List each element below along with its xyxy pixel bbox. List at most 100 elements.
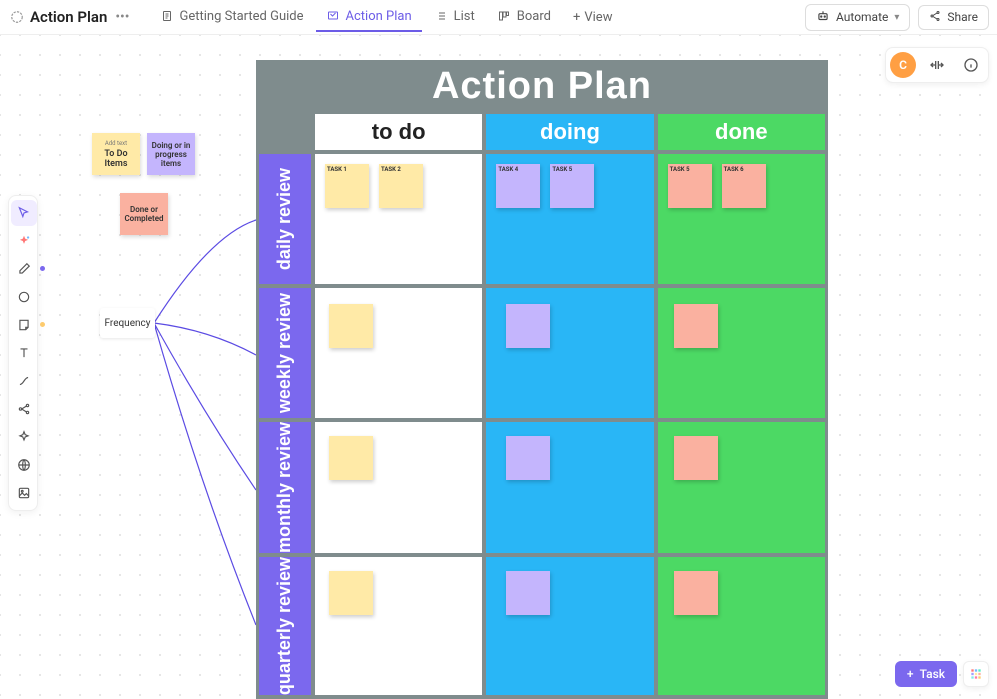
fit-width-button[interactable] [924, 52, 950, 78]
tab-board[interactable]: Board [487, 3, 561, 32]
task-note[interactable]: TASK 5 [550, 164, 594, 208]
task-note[interactable] [329, 571, 373, 615]
apps-grid-button[interactable] [963, 661, 989, 687]
task-note[interactable]: TASK 2 [379, 164, 423, 208]
whiteboard-canvas[interactable]: C Add text To Do Items Doing or in progr… [0, 35, 997, 699]
cell-quarterly-done[interactable] [658, 557, 825, 695]
shape-tool[interactable] [11, 284, 37, 310]
task-note[interactable] [674, 436, 718, 480]
task-note[interactable] [506, 304, 550, 348]
note-label: TASK 2 [381, 166, 401, 173]
board-icon [497, 9, 511, 23]
cell-weekly-todo[interactable] [315, 288, 482, 418]
cell-daily-doing[interactable]: TASK 4 TASK 5 [486, 154, 653, 284]
board-corner [259, 114, 311, 150]
tab-label: Board [517, 9, 551, 24]
automate-label: Automate [836, 10, 888, 24]
column-header-done: done [658, 114, 825, 150]
note-label: TASK 5 [670, 166, 690, 173]
doc-icon [160, 9, 174, 23]
list-icon [434, 9, 448, 23]
kanban-board[interactable]: Action Plan to do doing done daily revie… [256, 60, 828, 699]
cell-monthly-doing[interactable] [486, 422, 653, 553]
task-note[interactable] [674, 571, 718, 615]
sparkle-tool[interactable] [11, 424, 37, 450]
cell-daily-todo[interactable]: TASK 1 TASK 2 [315, 154, 482, 284]
task-note[interactable]: TASK 5 [668, 164, 712, 208]
note-label: TASK 5 [552, 166, 572, 173]
task-note[interactable]: TASK 6 [722, 164, 766, 208]
share-label: Share [947, 10, 978, 24]
legend-sticky-todo[interactable]: Add text To Do Items [92, 133, 140, 175]
row-label-text: daily review [276, 168, 293, 270]
board-title: Action Plan [259, 63, 825, 114]
sticky-hint: Add text [105, 140, 127, 147]
canvas-top-right-controls: C [885, 47, 989, 83]
task-note[interactable] [329, 436, 373, 480]
row-label-text: quarterly review [276, 557, 293, 695]
row-label-text: weekly review [276, 293, 293, 413]
task-note[interactable]: TASK 1 [325, 164, 369, 208]
legend-sticky-done[interactable]: Done or Completed [120, 193, 168, 235]
frequency-node[interactable]: Frequency [100, 308, 155, 338]
share-icon [929, 10, 941, 25]
cell-weekly-doing[interactable] [486, 288, 653, 418]
column-header-doing: doing [486, 114, 653, 150]
row-label-daily: daily review [259, 154, 311, 284]
cell-monthly-done[interactable] [658, 422, 825, 553]
cell-quarterly-todo[interactable] [315, 557, 482, 695]
tab-list[interactable]: List [424, 3, 485, 32]
more-actions-button[interactable]: ••• [111, 9, 133, 25]
connector-tool[interactable] [11, 368, 37, 394]
drawing-toolbar [8, 195, 38, 511]
note-label: TASK 4 [498, 166, 518, 173]
cell-daily-done[interactable]: TASK 5 TASK 6 [658, 154, 825, 284]
cell-monthly-todo[interactable] [315, 422, 482, 553]
cell-weekly-done[interactable] [658, 288, 825, 418]
row-label-monthly: monthly review [259, 422, 311, 553]
sticky-label: To Do Items [96, 149, 136, 169]
task-note[interactable] [506, 436, 550, 480]
tab-action-plan[interactable]: Action Plan [316, 3, 422, 32]
topbar-left: Action Plan ••• [8, 8, 134, 26]
pen-tool[interactable] [11, 256, 37, 282]
chevron-down-icon: ▾ [894, 12, 899, 23]
text-tool[interactable] [11, 340, 37, 366]
select-tool[interactable] [11, 200, 37, 226]
view-tabs: Getting Started Guide Action Plan List B… [150, 3, 623, 32]
tab-getting-started[interactable]: Getting Started Guide [150, 3, 314, 32]
web-tool[interactable] [11, 452, 37, 478]
share-button[interactable]: Share [918, 5, 989, 30]
cell-quarterly-doing[interactable] [486, 557, 653, 695]
legend-sticky-doing[interactable]: Doing or in progress items [147, 133, 195, 175]
document-title[interactable]: Action Plan [30, 8, 107, 26]
tab-label: Action Plan [346, 9, 412, 24]
image-tool[interactable] [11, 480, 37, 506]
add-view-label: View [584, 10, 612, 25]
note-label: TASK 6 [724, 166, 744, 173]
sticky-note-tool[interactable] [11, 312, 37, 338]
sticky-label: Done or Completed [124, 205, 164, 223]
mindmap-tool[interactable] [11, 396, 37, 422]
robot-icon [816, 9, 830, 26]
plus-icon: + [907, 667, 914, 681]
create-task-button[interactable]: + Task [895, 661, 957, 687]
user-avatar[interactable]: C [890, 52, 916, 78]
ai-tool[interactable] [11, 228, 37, 254]
tab-label: List [454, 9, 475, 24]
loading-spinner-icon [8, 8, 26, 26]
row-label-quarterly: quarterly review [259, 557, 311, 695]
task-note[interactable] [329, 304, 373, 348]
add-view-button[interactable]: + View [563, 3, 623, 32]
task-note[interactable]: TASK 4 [496, 164, 540, 208]
automate-button[interactable]: Automate ▾ [805, 4, 910, 31]
row-label-weekly: weekly review [259, 288, 311, 418]
column-header-todo: to do [315, 114, 482, 150]
task-note[interactable] [674, 304, 718, 348]
task-note[interactable] [506, 571, 550, 615]
tab-label: Getting Started Guide [180, 9, 304, 24]
sticky-label: Doing or in progress items [151, 141, 191, 168]
info-button[interactable] [958, 52, 984, 78]
note-label: TASK 1 [327, 166, 347, 173]
row-label-text: monthly review [276, 422, 293, 553]
